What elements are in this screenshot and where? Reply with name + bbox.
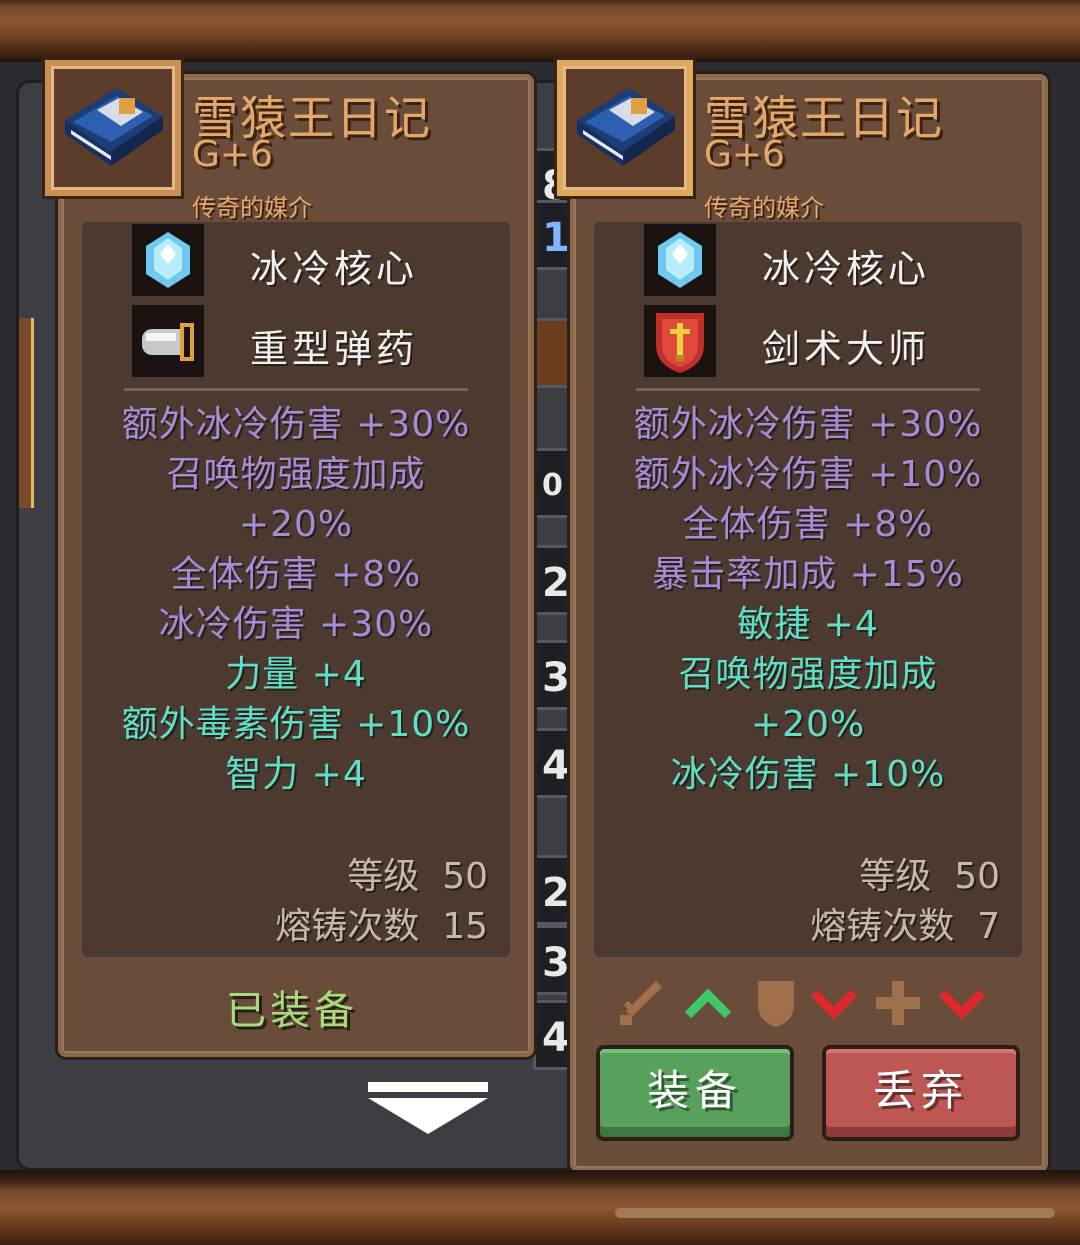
down-arrow-icon xyxy=(938,989,986,1020)
inventory-slot[interactable] xyxy=(533,318,573,388)
stat-list: 额外冰冷伤害 +30% 召唤物强度加成 +20% 全体伤害 +8% 冰冷伤害 +… xyxy=(82,400,510,800)
socket-label: 重型弹药 xyxy=(250,327,419,371)
stat-line: 全体伤害 +8% xyxy=(170,554,422,595)
stat-line: 智力 +4 xyxy=(225,754,367,795)
inventory-slot[interactable]: 2 xyxy=(533,855,573,925)
journal-icon xyxy=(577,88,675,166)
stat-line: 力量 +4 xyxy=(225,654,367,695)
attack-icon xyxy=(620,981,662,1025)
stat-line: 额外冰冷伤害 +30% xyxy=(121,404,471,445)
socket-label: 冰冷核心 xyxy=(762,247,931,291)
stat-line: 敏捷 +4 xyxy=(737,604,879,645)
level-label: 等级 xyxy=(347,856,420,897)
forge-label: 熔铸次数 xyxy=(810,906,955,947)
forge-value: 7 xyxy=(977,906,1000,947)
inventory-slot[interactable]: 4 xyxy=(533,1000,573,1070)
slot-count: 49 xyxy=(542,743,570,789)
socket-slot[interactable] xyxy=(644,224,716,296)
inventory-slot[interactable]: 18 xyxy=(533,200,573,270)
item-meta: 等级 50 熔铸次数 15 xyxy=(275,852,488,952)
stat-line: +20% xyxy=(750,704,866,745)
stat-list: 额外冰冷伤害 +30% 额外冰冷伤害 +10% 全体伤害 +8% 暴击率加成 +… xyxy=(594,400,1022,800)
stat-line: 额外冰冷伤害 +10% xyxy=(633,454,983,495)
up-arrow-icon xyxy=(684,988,732,1019)
discard-button[interactable]: 丢弃 xyxy=(822,1045,1020,1141)
health-icon xyxy=(876,981,920,1025)
socket-label: 冰冷核心 xyxy=(250,247,419,291)
stat-line: 额外冰冷伤害 +30% xyxy=(633,404,983,445)
item-icon-frame xyxy=(45,60,181,196)
slot-count: 18 xyxy=(542,215,570,261)
equip-button[interactable]: 装备 xyxy=(596,1045,794,1141)
slot-count: 2 xyxy=(542,870,570,916)
stat-line: 召唤物强度加成 xyxy=(678,654,938,695)
side-tab[interactable] xyxy=(19,318,34,508)
forge-label: 熔铸次数 xyxy=(275,906,420,947)
item-type: 传奇的媒介 xyxy=(704,194,824,222)
ice-crystal-icon xyxy=(146,232,190,288)
stat-line: 召唤物强度加成 xyxy=(166,454,426,495)
forge-row: 熔铸次数 15 xyxy=(275,902,488,952)
item-grade: G+6 xyxy=(192,134,273,175)
defense-icon xyxy=(758,981,794,1027)
wood-frame-top xyxy=(0,0,1080,62)
socket-label: 剑术大师 xyxy=(762,327,931,371)
item-type: 传奇的媒介 xyxy=(192,194,312,222)
stat-line: 全体伤害 +8% xyxy=(682,504,934,545)
stat-line: 额外毒素伤害 +10% xyxy=(121,704,471,745)
sword-master-icon xyxy=(656,313,704,373)
divider xyxy=(636,388,980,391)
ice-crystal-icon xyxy=(658,232,702,288)
level-row: 等级 50 xyxy=(810,852,1000,902)
inventory-slot[interactable]: 3 xyxy=(533,925,573,995)
socket-slot[interactable] xyxy=(132,305,204,377)
socket-slot[interactable] xyxy=(644,305,716,377)
slot-count: 27 xyxy=(542,560,570,606)
slot-count: 3 xyxy=(542,655,570,701)
level-label: 等级 xyxy=(859,856,932,897)
inventory-slot[interactable]: 0 xyxy=(533,448,573,518)
inventory-slot[interactable]: 49 xyxy=(533,728,573,798)
stat-comparison-row xyxy=(612,975,1002,1031)
stat-line: 冰冷伤害 +30% xyxy=(158,604,434,645)
scroll-down-icon[interactable] xyxy=(368,1082,488,1134)
level-value: 50 xyxy=(442,856,488,897)
level-value: 50 xyxy=(954,856,1000,897)
stat-line: 暴击率加成 +15% xyxy=(652,554,964,595)
equipped-status: 已装备 xyxy=(226,988,358,1034)
down-arrow-icon xyxy=(810,989,858,1020)
slot-count: 4 xyxy=(542,1015,570,1061)
forge-row: 熔铸次数 7 xyxy=(810,902,1000,952)
inventory-slot[interactable]: 27 xyxy=(533,545,573,615)
inventory-slot[interactable]: 3 xyxy=(533,640,573,710)
stat-line: +20% xyxy=(238,504,354,545)
heavy-ammo-icon xyxy=(142,323,194,361)
socket-slot[interactable] xyxy=(132,224,204,296)
item-icon-frame xyxy=(557,60,693,196)
forge-value: 15 xyxy=(442,906,488,947)
item-grade: G+6 xyxy=(704,134,785,175)
journal-icon xyxy=(65,88,163,166)
scrollbar[interactable] xyxy=(615,1208,1055,1218)
slot-count: 0 xyxy=(542,468,563,503)
stat-line: 冰冷伤害 +10% xyxy=(670,754,946,795)
slot-count: 3 xyxy=(542,940,570,986)
divider xyxy=(124,388,468,391)
level-row: 等级 50 xyxy=(275,852,488,902)
item-meta: 等级 50 熔铸次数 7 xyxy=(810,852,1000,952)
